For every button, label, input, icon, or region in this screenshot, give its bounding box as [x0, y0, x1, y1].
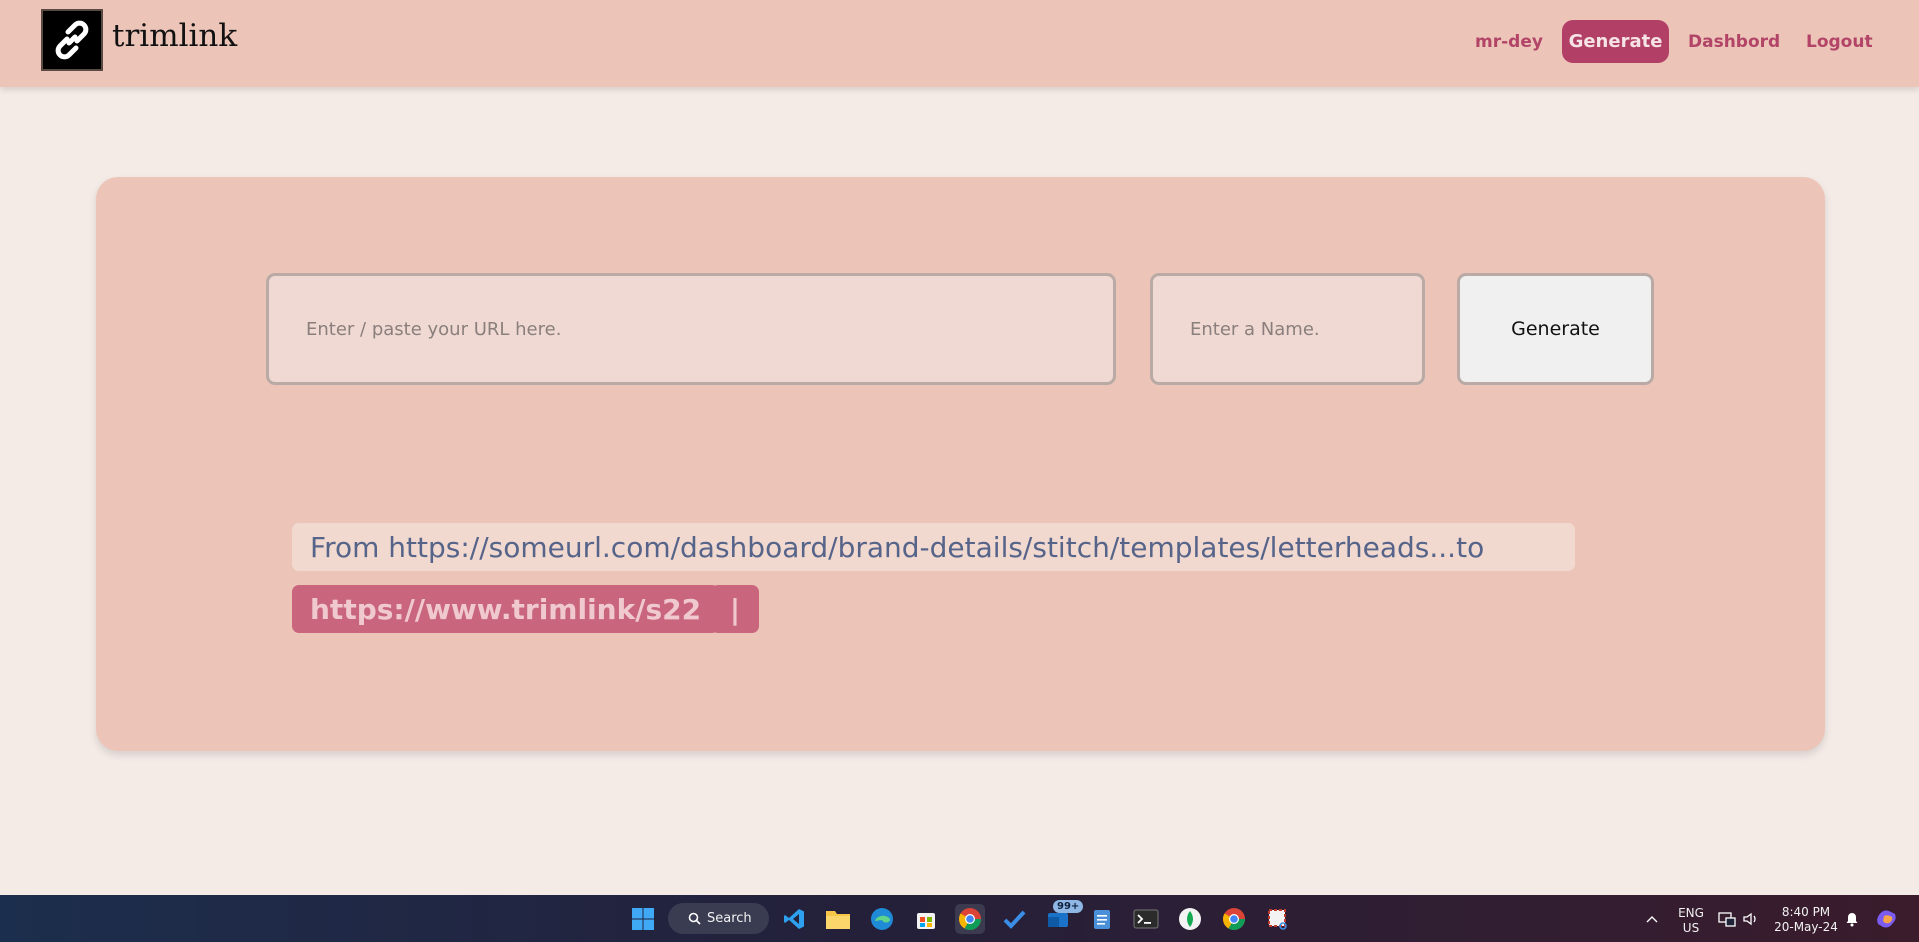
windows-taskbar: Search 99+ ENG US 8:40 PM 20-May-24: [0, 895, 1919, 942]
file-explorer-icon[interactable]: [823, 904, 853, 934]
volume-icon[interactable]: [1738, 904, 1764, 934]
clock-time: 8:40 PM: [1781, 905, 1831, 919]
search-label: Search: [707, 911, 752, 926]
chevron-up-icon[interactable]: [1638, 904, 1666, 934]
url-input[interactable]: [266, 273, 1116, 385]
chrome-icon[interactable]: [955, 904, 985, 934]
name-input[interactable]: [1150, 273, 1425, 385]
top-navbar: trimlink mr-dey Generate Dashbord Logout: [0, 0, 1919, 87]
notepad-icon[interactable]: [1087, 904, 1117, 934]
link-logo-icon[interactable]: [41, 9, 103, 71]
store-icon[interactable]: [911, 904, 941, 934]
vscode-icon[interactable]: [779, 904, 809, 934]
terminal-icon[interactable]: [1131, 904, 1161, 934]
source-url-text: From https://someurl.com/dashboard/brand…: [292, 523, 1575, 571]
snipping-tool-icon[interactable]: [1263, 904, 1293, 934]
clock[interactable]: 8:40 PM 20-May-24: [1768, 905, 1844, 935]
generate-button[interactable]: Generate: [1457, 273, 1654, 385]
todo-check-icon[interactable]: [999, 904, 1029, 934]
taskbar-search[interactable]: Search: [668, 903, 769, 934]
region-code: US: [1682, 921, 1700, 935]
copilot-icon[interactable]: [1873, 904, 1901, 934]
nav-logout-link[interactable]: Logout: [1806, 32, 1873, 52]
short-link[interactable]: https://www.trimlink/s22: [292, 585, 720, 633]
lang-code: ENG: [1678, 906, 1704, 920]
generator-card: Generate From https://someurl.com/dashbo…: [96, 177, 1825, 751]
mongodb-icon[interactable]: [1175, 904, 1205, 934]
network-icon[interactable]: [1714, 904, 1740, 934]
mail-count-badge: 99+: [1053, 900, 1084, 913]
nav-dashboard-link[interactable]: Dashbord: [1688, 32, 1780, 52]
chrome-profile-icon[interactable]: [1219, 904, 1249, 934]
chain-link-icon: [55, 20, 89, 60]
language-indicator[interactable]: ENG US: [1674, 906, 1708, 936]
copy-button[interactable]: |: [711, 585, 759, 633]
edge-browser-icon[interactable]: [867, 904, 897, 934]
brand-name[interactable]: trimlink: [112, 18, 237, 54]
nav-username[interactable]: mr-dey: [1475, 32, 1543, 52]
bell-icon[interactable]: [1839, 904, 1865, 934]
clock-date: 20-May-24: [1774, 920, 1838, 934]
nav-generate-button[interactable]: Generate: [1562, 20, 1669, 63]
search-icon: [688, 912, 701, 925]
windows-start-icon[interactable]: [628, 904, 658, 934]
